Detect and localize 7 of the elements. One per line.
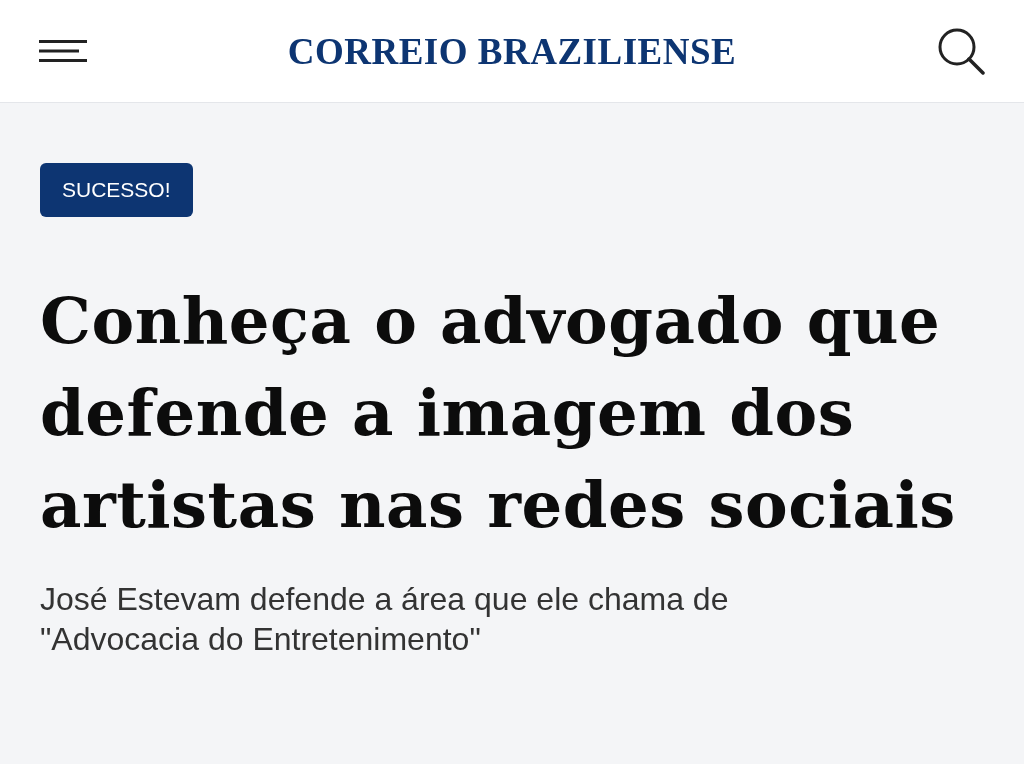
article-subtitle: José Estevam defende a área que ele chama de "Advocacia do Entretenimento"	[40, 580, 730, 659]
search-button[interactable]	[936, 26, 986, 76]
category-tag[interactable]: SUCESSO!	[40, 163, 193, 217]
search-icon	[937, 27, 985, 75]
article-headline: Conheça o advogado que defende a imagem dos artistas nas redes sociais	[40, 282, 957, 544]
menu-icon	[39, 39, 87, 63]
site-logo[interactable]: CORREIO BRAZILIENSE	[287, 29, 737, 73]
